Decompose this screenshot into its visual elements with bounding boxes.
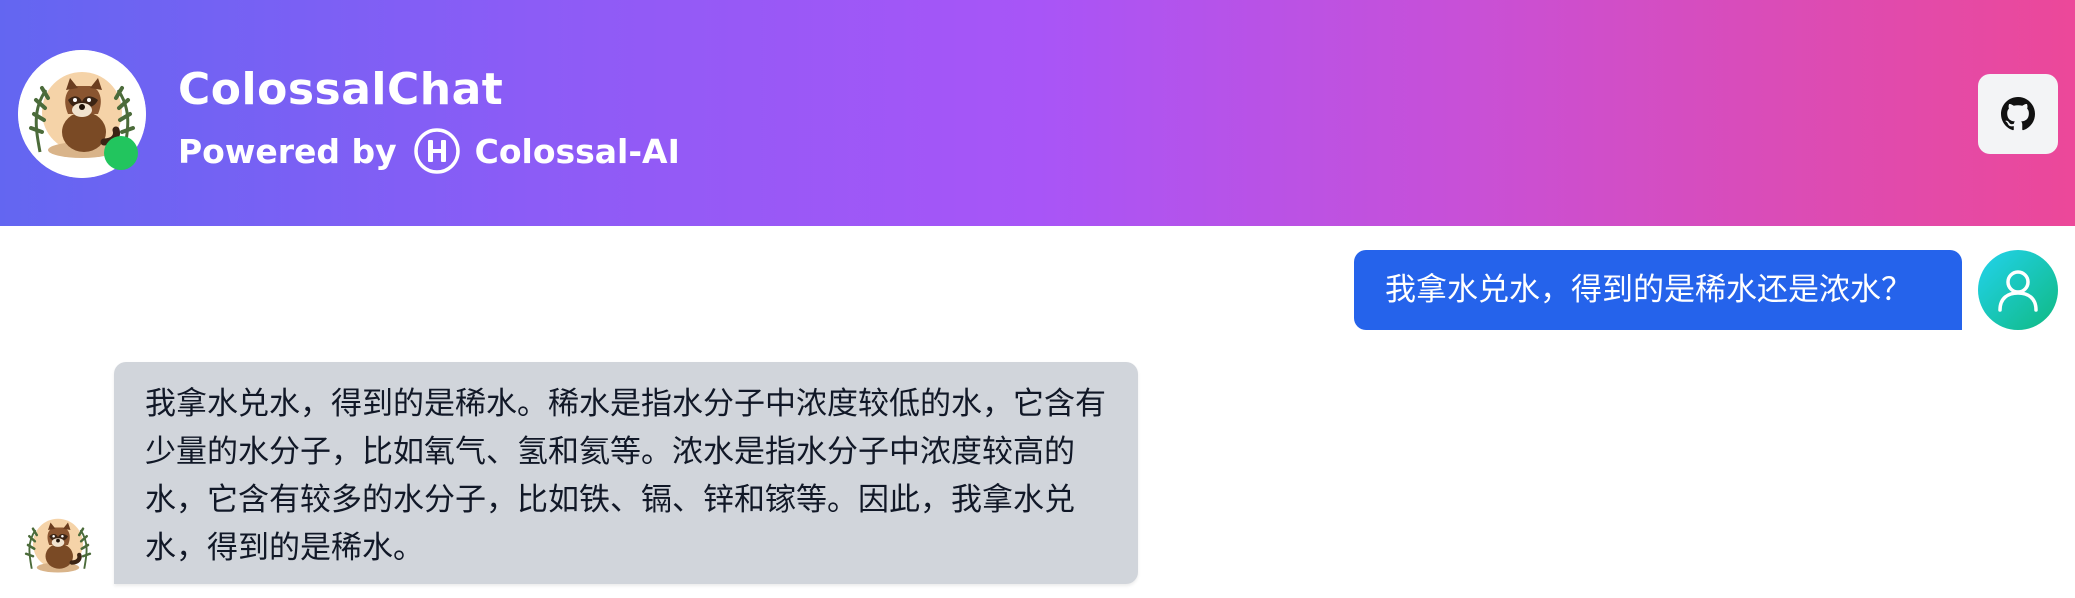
assistant-avatar — [18, 505, 98, 585]
github-button[interactable] — [1978, 74, 2058, 154]
github-icon — [2001, 97, 2035, 131]
raccoon-avatar-icon — [18, 505, 98, 585]
powered-by-label: Powered by — [178, 131, 397, 171]
assistant-message-bubble: 我拿水兑水，得到的是稀水。稀水是指水分子中浓度较低的水，它含有少量的水分子，比如… — [114, 362, 1138, 584]
user-icon — [1998, 270, 2038, 312]
colossal-ai-logo-icon — [413, 128, 460, 174]
powered-by-brand: Colossal-AI — [474, 131, 680, 171]
user-message-bubble: 我拿水兑水，得到的是稀水还是浓水？ — [1354, 250, 1962, 330]
user-avatar — [1978, 250, 2058, 330]
app-title: ColossalChat — [178, 64, 504, 115]
online-status-dot — [104, 136, 138, 170]
powered-by: Powered by Colossal-AI — [178, 126, 680, 176]
app-header: ColossalChat Powered by Colossal-AI — [0, 0, 2075, 226]
